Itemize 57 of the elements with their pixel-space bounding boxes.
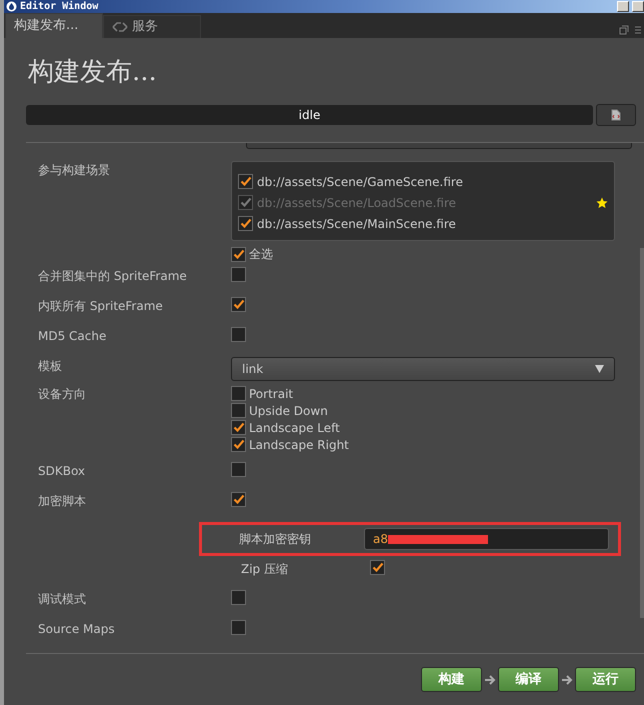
checkbox[interactable] [231,437,246,452]
arrow-icon [484,674,496,686]
checkbox[interactable] [231,246,246,262]
file-button[interactable] [596,104,636,126]
field-label: 内联所有 SpriteFrame [37,298,164,316]
field-label: Zip 压缩 [241,561,289,578]
service-icon [112,22,128,32]
field-label: 设备方向 [37,386,87,404]
checkbox[interactable] [231,620,246,636]
action-button[interactable]: 编译 [498,667,559,692]
checkbox[interactable] [231,492,246,508]
key-field[interactable]: a8 [364,528,609,550]
checkbox-label: Portrait [249,386,294,403]
caret-icon [595,365,604,374]
field-label: MD5 Cache [37,328,108,346]
app-logo-icon [6,1,17,12]
checkbox[interactable] [231,386,246,402]
checkbox[interactable] [231,420,246,436]
page-heading: 构建发布... [27,56,158,89]
field-label: 脚本加密密钥 [239,531,311,548]
checkbox[interactable] [231,327,246,342]
window-title: Editor Window [20,0,98,12]
document-icon [611,109,621,122]
scene-path: db://assets/Scene/LoadScene.fire [257,194,458,212]
restore-icon[interactable] [619,25,629,35]
checkbox[interactable] [231,462,246,478]
checkbox[interactable] [231,297,246,312]
checkbox-label: 全选 [249,246,273,264]
checkbox[interactable] [231,267,246,282]
action-button[interactable]: 运行 [575,667,636,692]
action-button[interactable]: 构建 [421,667,482,692]
scene-path: db://assets/Scene/MainScene.fire [257,216,457,233]
menu-icon[interactable] [635,25,641,35]
checkbox[interactable] [231,590,246,606]
scene-path: db://assets/Scene/GameScene.fire [257,174,464,191]
status-bar: idle [26,105,593,126]
field-label: 参与构建场景 [37,162,111,180]
field-label: Source Maps [37,621,116,638]
field-label: 调试模式 [37,591,87,608]
field-value: a8 [373,531,388,548]
template-dropdown[interactable]: link [231,357,615,382]
checkbox[interactable] [370,560,385,576]
minimize-button[interactable] [617,1,629,12]
checkbox[interactable] [231,403,246,418]
field-label: SDKBox [37,463,86,480]
checkbox[interactable] [238,174,253,190]
field-label: 模板 [37,358,63,376]
field-label: 合并图集中的 SpriteFrame [37,268,188,286]
field-label: 加密脚本 [37,493,87,510]
checkbox[interactable] [238,216,253,232]
tab[interactable]: 构建发布... [5,13,103,38]
arrow-icon [561,674,573,686]
checkbox-label: Landscape Left [249,420,340,437]
tab[interactable]: 服务 [103,15,201,38]
checkbox-label: Landscape Right [249,436,349,454]
maximize-button[interactable] [632,1,644,12]
checkbox-label: Upside Down [249,402,328,420]
